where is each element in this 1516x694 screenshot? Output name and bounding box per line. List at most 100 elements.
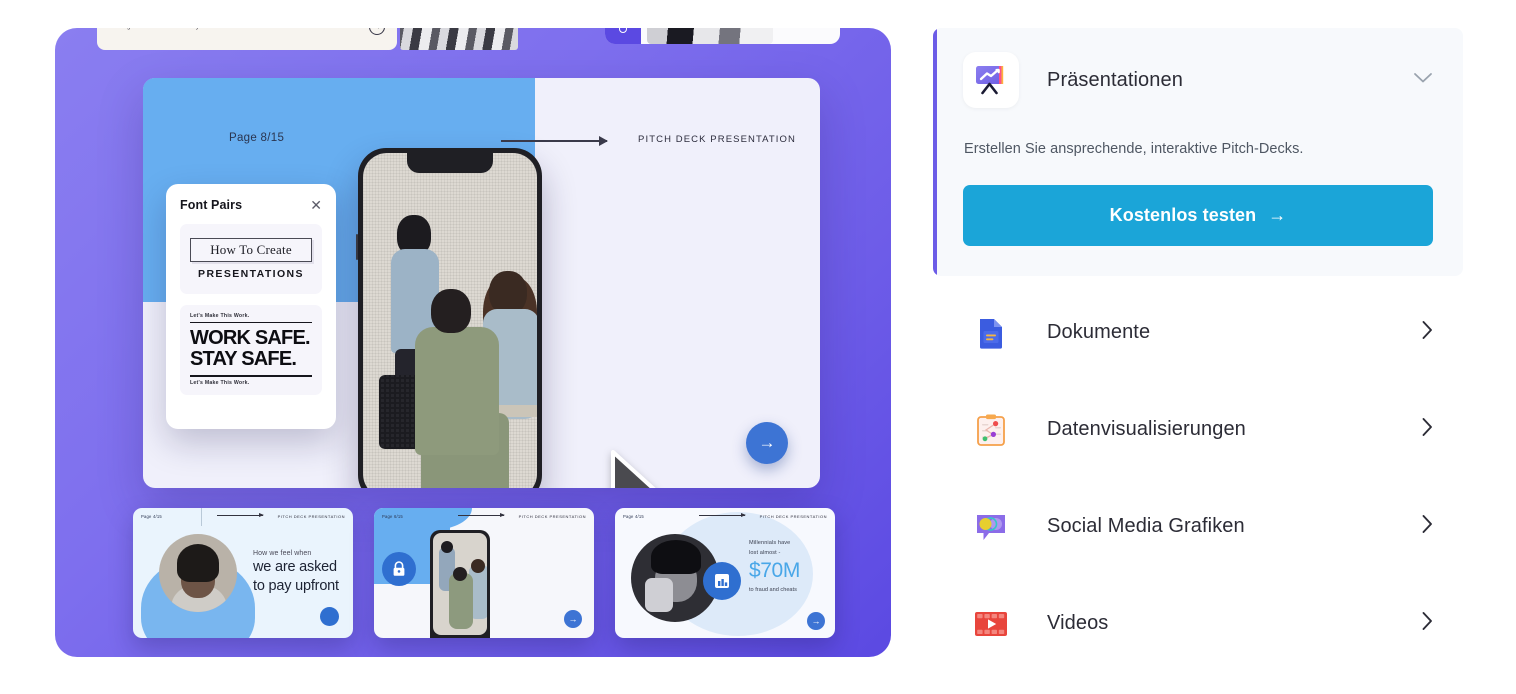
thumb-headline-1: we are asked bbox=[253, 559, 337, 575]
font-pairs-card: Font Pairs ✕ How To Create PRESENTATIONS… bbox=[166, 184, 336, 429]
category-label: Social Media Grafiken bbox=[1047, 515, 1245, 537]
category-panel: Präsentationen Erstellen Sie ansprechend… bbox=[933, 28, 1463, 672]
presentation-icon bbox=[963, 52, 1019, 108]
main-slide: Page 8/15 PITCH DECK PRESENTATION Font P… bbox=[143, 78, 820, 488]
category-list: Dokumente Datenvisualisierungen Social M… bbox=[933, 284, 1463, 672]
font-pair-headline-1: WORK SAFE. bbox=[190, 327, 311, 350]
top-strip-arrow-icon: → bbox=[369, 28, 385, 35]
font-pair-headline-2: STAY SAFE. bbox=[190, 347, 297, 370]
top-strip-label: Trading and Investment Society bbox=[109, 28, 199, 30]
photo-person-body bbox=[449, 573, 473, 629]
thumb-next-button[interactable]: → bbox=[807, 612, 825, 630]
thumb-text-block: Millennials have lost almost - $70M to f… bbox=[749, 540, 800, 593]
font-pairs-header: Font Pairs ✕ bbox=[180, 198, 322, 212]
social-media-icon bbox=[963, 499, 1019, 555]
thumb-vertical-rule bbox=[201, 508, 202, 526]
phone-mockup bbox=[356, 148, 542, 488]
free-trial-button[interactable]: Kostenlos testen → bbox=[963, 185, 1433, 246]
chart-badge-icon bbox=[703, 562, 741, 600]
thumb-next-button[interactable]: → bbox=[564, 610, 582, 628]
document-icon bbox=[963, 305, 1019, 361]
thumb-kicker: PITCH DECK PRESENTATION bbox=[518, 513, 586, 519]
thumb-line-1: Millennials have bbox=[749, 540, 791, 546]
thumb-line-2: lost almost - bbox=[749, 550, 781, 556]
category-label: Dokumente bbox=[1047, 321, 1151, 343]
featured-category-title: Präsentationen bbox=[1047, 68, 1183, 91]
font-pair-sample-2[interactable]: Let's Make This Work. WORK SAFE. STAY SA… bbox=[180, 305, 322, 395]
thumb-arrow-icon bbox=[217, 513, 264, 517]
thumb-page-indicator: Page 6/15 bbox=[382, 513, 403, 519]
top-secondary-card-rail bbox=[605, 28, 641, 44]
video-icon bbox=[963, 596, 1019, 652]
thumb-headline-2: to pay upfront bbox=[253, 578, 339, 595]
card-accent-bar bbox=[933, 28, 937, 276]
thumb-kicker: PITCH DECK PRESENTATION bbox=[277, 513, 345, 519]
photo-person-body bbox=[415, 327, 499, 455]
thumb-page-indicator: Page 4/15 bbox=[141, 513, 162, 519]
chevron-down-icon[interactable] bbox=[1413, 71, 1433, 89]
category-label: Videos bbox=[1047, 612, 1109, 634]
slide-thumbnail-row: Page 4/15 PITCH DECK PRESENTATION How we… bbox=[133, 508, 835, 638]
lock-icon bbox=[382, 552, 416, 586]
thumb-header: Page 6/15 PITCH DECK PRESENTATION bbox=[374, 508, 594, 524]
slide-next-button[interactable]: → bbox=[746, 422, 788, 464]
photo-person-head bbox=[441, 541, 453, 553]
thumb-phone-mockup bbox=[430, 530, 490, 638]
featured-category-header[interactable]: Präsentationen bbox=[963, 52, 1433, 108]
avatar-hair bbox=[651, 540, 701, 574]
photo-person-head bbox=[471, 559, 485, 573]
arrow-right-icon: → bbox=[1268, 205, 1287, 225]
close-icon[interactable]: ✕ bbox=[310, 198, 322, 212]
photo-person-head bbox=[453, 567, 467, 581]
slide-thumbnail[interactable]: Page 4/15 PITCH DECK PRESENTATION Millen… bbox=[615, 508, 835, 638]
chevron-right-icon[interactable] bbox=[1421, 611, 1433, 637]
font-pair-serif-text: How To Create bbox=[190, 238, 312, 262]
avatar-hair bbox=[177, 544, 219, 582]
category-row-dokumente[interactable]: Dokumente bbox=[933, 284, 1463, 381]
rail-dot-icon bbox=[619, 28, 627, 33]
category-row-social-media-grafiken[interactable]: Social Media Grafiken bbox=[933, 478, 1463, 575]
chevron-right-icon[interactable] bbox=[1421, 514, 1433, 540]
thumb-header: Page 4/15 PITCH DECK PRESENTATION bbox=[133, 508, 353, 524]
featured-category-card: Präsentationen Erstellen Sie ansprechend… bbox=[933, 28, 1463, 276]
font-pair-footer: Let's Make This Work. bbox=[190, 379, 250, 386]
category-row-videos[interactable]: Videos bbox=[933, 575, 1463, 672]
phone-notch bbox=[407, 153, 493, 173]
top-strip-photo bbox=[400, 28, 518, 50]
top-secondary-card-photo bbox=[647, 28, 773, 44]
category-label: Datenvisualisierungen bbox=[1047, 418, 1246, 440]
promo-panel: Trading and Investment Society → Page 8/… bbox=[55, 28, 891, 657]
category-row-datenvisualisierungen[interactable]: Datenvisualisierungen bbox=[933, 381, 1463, 478]
divider bbox=[190, 375, 312, 377]
thumb-arrow-icon bbox=[699, 513, 746, 517]
slide-arrow-icon bbox=[501, 136, 608, 146]
slide-kicker: PITCH DECK PRESENTATION bbox=[638, 134, 796, 145]
font-pairs-title: Font Pairs bbox=[180, 198, 243, 212]
avatar-hand bbox=[645, 578, 673, 612]
thumb-kicker: PITCH DECK PRESENTATION bbox=[759, 513, 827, 519]
thumb-next-button[interactable] bbox=[320, 607, 339, 626]
font-pair-sample-1[interactable]: How To Create PRESENTATIONS bbox=[180, 224, 322, 294]
mouse-cursor-icon bbox=[611, 450, 656, 488]
thumb-avatar bbox=[159, 534, 237, 612]
top-slide-strip: Trading and Investment Society → bbox=[97, 28, 397, 50]
font-pair-eyebrow: Let's Make This Work. bbox=[190, 313, 250, 319]
divider bbox=[190, 322, 312, 324]
page-root: Trading and Investment Society → Page 8/… bbox=[0, 0, 1516, 694]
thumb-arrow-icon bbox=[458, 513, 505, 517]
thumb-line-3: to fraud and cheats bbox=[749, 587, 797, 593]
slide-page-indicator: Page 8/15 bbox=[229, 132, 285, 144]
phone-screen bbox=[363, 153, 537, 488]
thumb-text-block: How we feel when we are asked to pay upf… bbox=[253, 550, 339, 596]
chevron-right-icon[interactable] bbox=[1421, 417, 1433, 443]
chevron-right-icon[interactable] bbox=[1421, 320, 1433, 346]
thumb-header: Page 4/15 PITCH DECK PRESENTATION bbox=[615, 508, 835, 524]
thumb-eyebrow: How we feel when bbox=[253, 550, 312, 557]
font-pair-sans-text: PRESENTATIONS bbox=[198, 268, 304, 280]
slide-thumbnail[interactable]: Page 6/15 PITCH DECK PRESENTATION → bbox=[374, 508, 594, 638]
thumb-amount: $70M bbox=[749, 559, 800, 582]
thumb-page-indicator: Page 4/15 bbox=[623, 513, 644, 519]
slide-thumbnail[interactable]: Page 4/15 PITCH DECK PRESENTATION How we… bbox=[133, 508, 353, 638]
data-visualization-icon bbox=[963, 402, 1019, 458]
photo-person-head bbox=[431, 289, 471, 333]
